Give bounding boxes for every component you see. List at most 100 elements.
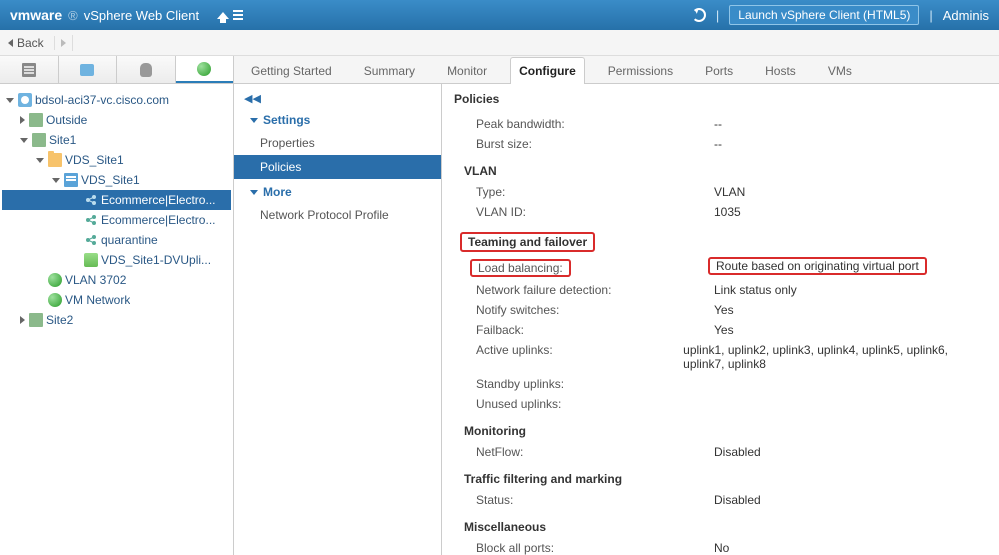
tab-configure[interactable]: Configure <box>510 57 585 84</box>
datacenter-icon <box>29 313 43 327</box>
row-vlan-type: Type: VLAN <box>454 182 987 202</box>
section-traffic-filtering: Traffic filtering and marking <box>464 472 987 486</box>
key: Type: <box>476 185 706 199</box>
configure-sidebar: ◀◀ Settings Properties Policies More Net… <box>234 84 442 555</box>
row-failback: Failback: Yes <box>454 320 987 340</box>
key: Status: <box>476 493 706 507</box>
tab-monitor[interactable]: Monitor <box>438 57 496 84</box>
tree-label: VDS_Site1 <box>65 153 124 167</box>
tree-label: VM Network <box>65 293 130 307</box>
brand: vmware ® vSphere Web Client <box>10 7 199 23</box>
inventory-tree: bdsol-aci37-vc.cisco.com Outside Site1 V… <box>0 84 233 555</box>
vcenter-icon <box>18 93 32 107</box>
separator <box>72 35 73 51</box>
row-load-balancing: Load balancing: Route based on originati… <box>454 256 987 280</box>
tab-ports[interactable]: Ports <box>696 57 742 84</box>
value: -- <box>714 117 722 131</box>
tree-datacenter-outside[interactable]: Outside <box>2 110 231 130</box>
inventory-tab-networking[interactable] <box>176 56 234 83</box>
inventory-tab-hosts[interactable] <box>0 56 59 83</box>
sidebar-group-label: Settings <box>263 113 310 127</box>
back-button[interactable]: Back <box>8 36 55 50</box>
value: uplink1, uplink2, uplink3, uplink4, upli… <box>683 343 987 371</box>
key: Burst size: <box>476 137 706 151</box>
user-menu[interactable]: Adminis <box>943 8 989 23</box>
row-tfm-status: Status: Disabled <box>454 490 987 510</box>
portgroup-icon <box>84 193 98 207</box>
tree-folder-vds[interactable]: VDS_Site1 <box>2 150 231 170</box>
portgroup-icon <box>84 233 98 247</box>
sidebar-item-properties[interactable]: Properties <box>234 131 441 155</box>
tree-vcenter[interactable]: bdsol-aci37-vc.cisco.com <box>2 90 231 110</box>
key: NetFlow: <box>476 445 706 459</box>
tree-label: Ecommerce|Electro... <box>101 193 215 207</box>
collapse-button[interactable]: ◀◀ <box>234 90 441 107</box>
section-vlan: VLAN <box>464 164 987 178</box>
tree-datacenter-site1[interactable]: Site1 <box>2 130 231 150</box>
tree-label: quarantine <box>101 233 158 247</box>
home-button[interactable] <box>217 10 243 20</box>
tree-portgroup-quarantine[interactable]: quarantine <box>2 230 231 250</box>
chevron-left-icon <box>8 39 13 47</box>
inventory-pane: bdsol-aci37-vc.cisco.com Outside Site1 V… <box>0 56 234 555</box>
value: VLAN <box>714 185 745 199</box>
key: Active uplinks: <box>476 343 675 371</box>
datacenter-icon <box>29 113 43 127</box>
tree-label: Ecommerce|Electro... <box>101 213 215 227</box>
tree-label: Site1 <box>49 133 76 147</box>
refresh-icon[interactable] <box>692 8 706 22</box>
policies-details: Policies Peak bandwidth: -- Burst size: … <box>442 84 999 555</box>
row-unused-uplinks: Unused uplinks: <box>454 394 987 414</box>
tab-permissions[interactable]: Permissions <box>599 57 682 84</box>
key: Standby uplinks: <box>476 377 706 391</box>
datacenter-icon <box>32 133 46 147</box>
value: Disabled <box>714 445 761 459</box>
tree-network-vmnetwork[interactable]: VM Network <box>2 290 231 310</box>
tab-getting-started[interactable]: Getting Started <box>242 57 341 84</box>
value: Route based on originating virtual port <box>708 257 927 275</box>
tab-vms[interactable]: VMs <box>819 57 861 84</box>
history-bar: Back <box>0 30 999 56</box>
launch-html5-button[interactable]: Launch vSphere Client (HTML5) <box>729 5 919 25</box>
brand-vmware: vmware <box>10 7 62 23</box>
networking-icon <box>197 62 211 76</box>
sidebar-group-label: More <box>263 185 292 199</box>
row-notify-switches: Notify switches: Yes <box>454 300 987 320</box>
tab-hosts[interactable]: Hosts <box>756 57 805 84</box>
key: Unused uplinks: <box>476 397 706 411</box>
tree-portgroup[interactable]: Ecommerce|Electro... <box>2 210 231 230</box>
value: Yes <box>714 323 734 337</box>
row-network-failure-detection: Network failure detection: Link status o… <box>454 280 987 300</box>
sidebar-item-policies[interactable]: Policies <box>234 155 441 179</box>
tree-network-vlan3702[interactable]: VLAN 3702 <box>2 270 231 290</box>
value: Disabled <box>714 493 761 507</box>
row-active-uplinks: Active uplinks: uplink1, uplink2, uplink… <box>454 340 987 374</box>
tree-label: VDS_Site1 <box>81 173 140 187</box>
network-icon <box>48 273 62 287</box>
inventory-tab-vms[interactable] <box>59 56 118 83</box>
tree-dvswitch[interactable]: VDS_Site1 <box>2 170 231 190</box>
value: -- <box>714 137 722 151</box>
tree-portgroup-selected[interactable]: Ecommerce|Electro... <box>2 190 231 210</box>
forward-button[interactable] <box>61 39 66 47</box>
sidebar-item-npp[interactable]: Network Protocol Profile <box>234 203 441 227</box>
value: Yes <box>714 303 734 317</box>
menu-icon <box>233 10 243 20</box>
value: Link status only <box>714 283 797 297</box>
row-netflow: NetFlow: Disabled <box>454 442 987 462</box>
separator: | <box>929 8 932 23</box>
inventory-tab-storage[interactable] <box>117 56 176 83</box>
brand-product: vSphere Web Client <box>84 8 199 23</box>
section-monitoring: Monitoring <box>464 424 987 438</box>
sidebar-group-more[interactable]: More <box>234 179 441 203</box>
row-burst-size: Burst size: -- <box>454 134 987 154</box>
sidebar-group-settings[interactable]: Settings <box>234 107 441 131</box>
topbar: vmware ® vSphere Web Client | Launch vSp… <box>0 0 999 30</box>
tree-dvuplink[interactable]: VDS_Site1-DVUpli... <box>2 250 231 270</box>
tree-label: VLAN 3702 <box>65 273 126 287</box>
tab-summary[interactable]: Summary <box>355 57 424 84</box>
key: Network failure detection: <box>476 283 706 297</box>
tree-datacenter-site2[interactable]: Site2 <box>2 310 231 330</box>
key: VLAN ID: <box>476 205 706 219</box>
key: Load balancing: <box>470 259 571 277</box>
